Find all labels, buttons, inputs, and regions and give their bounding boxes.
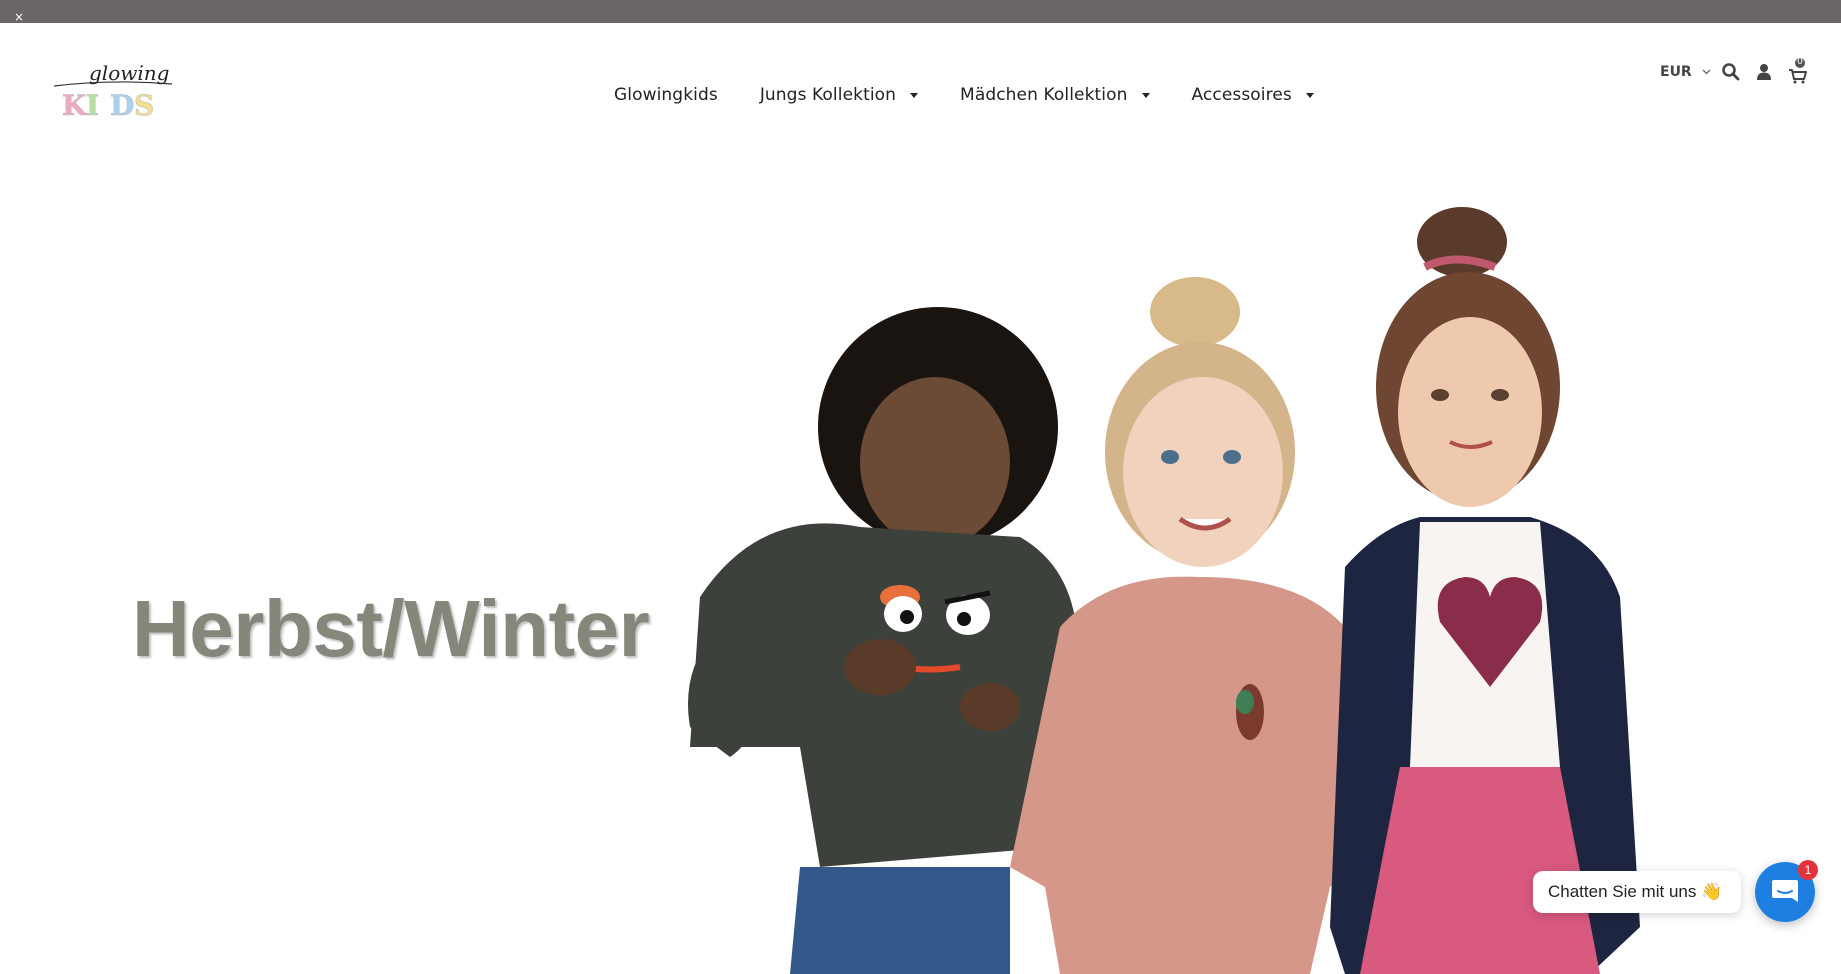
currency-label: EUR — [1660, 64, 1692, 80]
cart-count: 0 — [1797, 57, 1803, 67]
main-nav: Glowingkids Jungs Kollektion Mädchen Kol… — [614, 85, 1356, 105]
nav-item-maedchen-kollektion[interactable]: Mädchen Kollektion — [960, 85, 1150, 105]
caret-down-icon — [910, 92, 919, 98]
hero-banner[interactable]: Herbst/Winter — [0, 127, 1841, 974]
close-icon[interactable]: × — [14, 11, 24, 23]
search-icon[interactable] — [1721, 62, 1741, 82]
cart-icon[interactable]: 0 — [1785, 57, 1809, 84]
child-girl-middle-figure — [1010, 277, 1375, 974]
logo-letter: I — [86, 89, 99, 122]
chevron-down-icon — [1702, 67, 1711, 78]
nav-item-label: Mädchen Kollektion — [960, 85, 1128, 105]
chat-prompt-text: Chatten Sie mit uns 👋 — [1548, 882, 1723, 901]
site-header: glowing KIDS Glowingkids Jungs Kollektio… — [0, 23, 1841, 127]
nav-item-label: Glowingkids — [614, 85, 718, 105]
nav-item-label: Jungs Kollektion — [759, 85, 897, 105]
chat-prompt-bubble[interactable]: Chatten Sie mit uns 👋 — [1533, 871, 1741, 913]
logo-letter: K — [62, 89, 88, 122]
caret-down-icon — [1305, 92, 1314, 98]
currency-selector[interactable]: EUR — [1660, 64, 1711, 80]
logo-script: glowing — [89, 61, 169, 85]
logo-letter: D — [110, 89, 134, 122]
nav-item-jungs-kollektion[interactable]: Jungs Kollektion — [759, 85, 919, 105]
hero-image — [688, 207, 1640, 974]
announcement-bar: × — [0, 0, 1841, 23]
user-icon[interactable] — [1754, 62, 1774, 82]
caret-down-icon — [1141, 92, 1150, 98]
child-boy-figure — [688, 307, 1078, 974]
logo[interactable]: glowing KIDS — [52, 43, 182, 133]
nav-item-accessoires[interactable]: Accessoires — [1192, 85, 1314, 105]
chat-notification-badge: 1 — [1798, 860, 1818, 880]
logo-graphic: glowing KIDS — [53, 61, 173, 122]
nav-item-label: Accessoires — [1191, 85, 1292, 105]
child-girl-right-figure — [1330, 207, 1640, 974]
nav-item-glowingkids[interactable]: Glowingkids — [614, 85, 718, 105]
logo-letter: S — [134, 89, 154, 122]
